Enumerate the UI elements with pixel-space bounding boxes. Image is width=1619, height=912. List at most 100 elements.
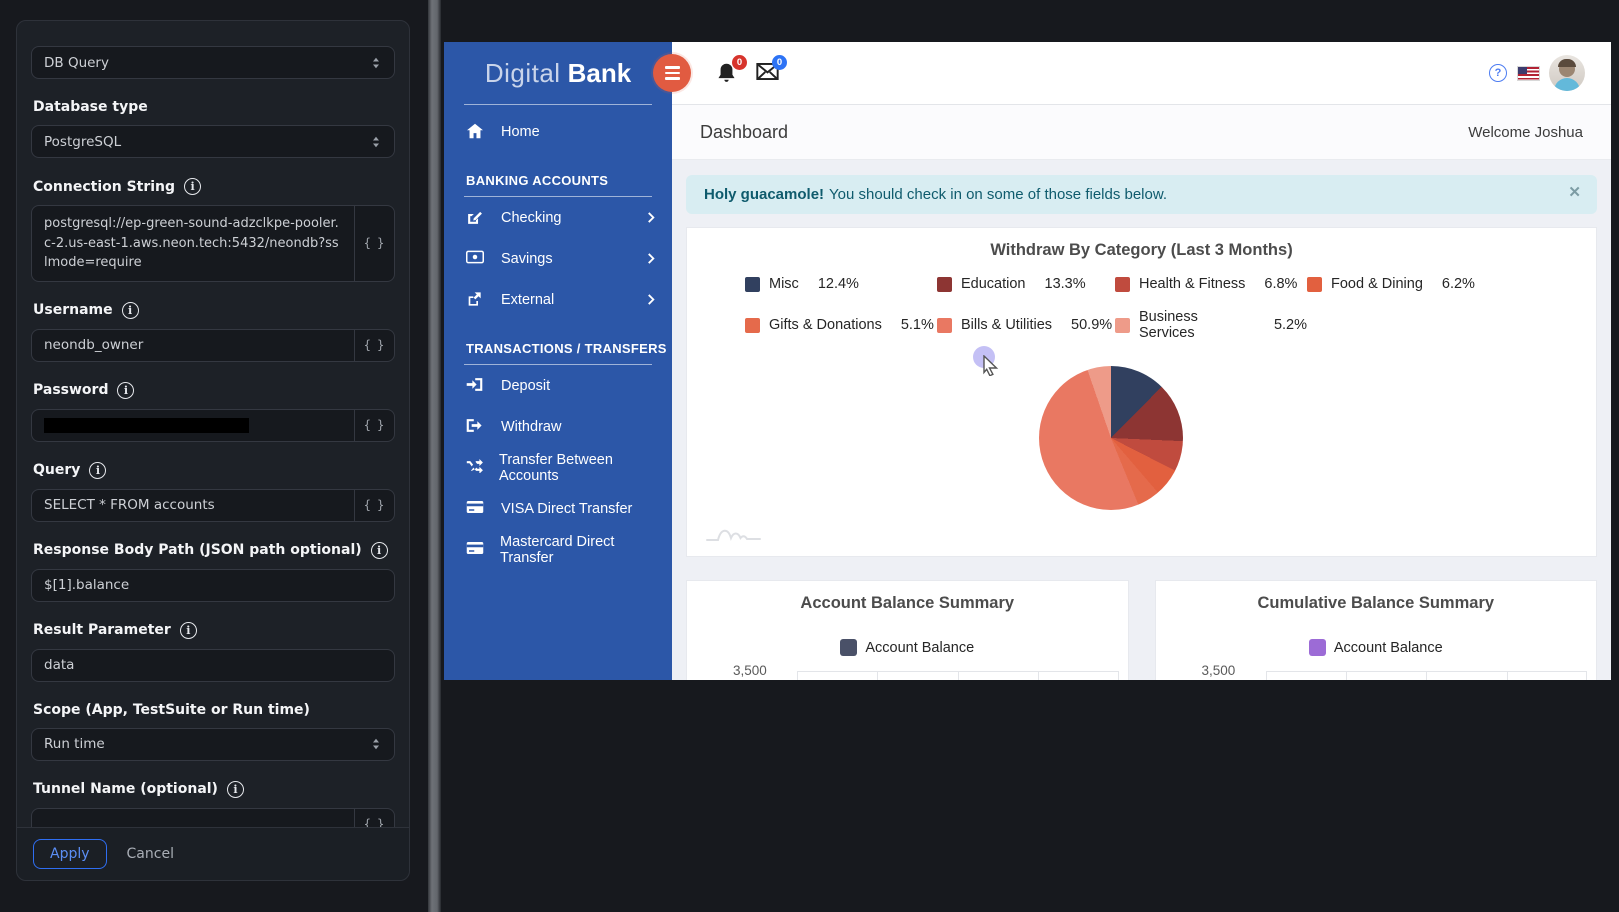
mail-badge: 0	[772, 55, 787, 70]
bell-badge: 0	[732, 55, 747, 70]
database-type-select[interactable]: PostgreSQL	[31, 125, 395, 158]
sidebar-item-transfer-between-accounts[interactable]: Transfer Between Accounts	[444, 447, 672, 488]
result-parameter-label: Result Parameter	[33, 622, 393, 639]
y-axis: 3,500	[1156, 663, 1597, 680]
info-icon[interactable]	[227, 781, 244, 798]
database-type-value: PostgreSQL	[44, 134, 121, 150]
sidebar-item-external[interactable]: External	[444, 279, 672, 320]
legend-item[interactable]: Business Services5.2%	[1115, 309, 1307, 341]
legend-percent: 5.1%	[901, 317, 934, 333]
info-icon[interactable]	[180, 622, 197, 639]
brand-light-text: Digital	[485, 58, 561, 89]
insert-variable-button[interactable]: { }	[354, 410, 394, 441]
apply-button[interactable]: Apply	[33, 839, 107, 869]
legend-item[interactable]: Misc12.4%	[745, 276, 937, 292]
sign-out-icon	[466, 418, 485, 435]
tunnel-name-input[interactable]	[32, 809, 354, 828]
info-icon[interactable]	[184, 178, 201, 195]
cancel-button[interactable]: Cancel	[127, 846, 174, 862]
insert-variable-button[interactable]: { }	[354, 490, 394, 521]
bank-topbar: 0 0 ?	[672, 42, 1611, 105]
credit-card-icon	[466, 500, 485, 517]
page-header: Dashboard Welcome Joshua	[672, 105, 1611, 160]
messages-mail-button[interactable]: 0	[756, 62, 778, 84]
pie-chart[interactable]	[1039, 366, 1183, 510]
click-halo	[973, 346, 995, 368]
cumulative-balance-summary-card: Cumulative Balance Summary Account Balan…	[1155, 580, 1598, 680]
insert-variable-button[interactable]: { }	[354, 330, 394, 361]
info-icon[interactable]	[122, 302, 139, 319]
legend-label: Bills & Utilities	[961, 317, 1052, 333]
legend-item[interactable]: Bills & Utilities50.9%	[937, 309, 1115, 341]
sidebar-item-label: Transfer Between Accounts	[499, 452, 656, 484]
chart-legend[interactable]: Account Balance	[687, 639, 1128, 656]
legend-swatch	[1307, 277, 1322, 292]
info-icon[interactable]	[371, 542, 388, 559]
insert-variable-button[interactable]: { }	[354, 809, 394, 828]
legend-swatch	[840, 639, 857, 656]
dashboard-content: Holy guacamole! You should check in on s…	[672, 160, 1611, 680]
pie-legend: Misc12.4%Education13.3%Health & Fitness6…	[745, 276, 1566, 341]
query-label: Query	[33, 462, 393, 479]
info-icon[interactable]	[117, 382, 134, 399]
legend-percent: 6.2%	[1442, 276, 1475, 292]
help-icon[interactable]: ?	[1489, 64, 1507, 82]
legend-percent: 5.2%	[1274, 317, 1307, 333]
password-group: { }	[31, 409, 395, 442]
screenshot-root: DB Query Database type PostgreSQL Connec…	[0, 0, 1619, 912]
scope-select[interactable]: Run time	[31, 728, 395, 761]
connection-string-label-text: Connection String	[33, 179, 175, 195]
chevron-updown-icon	[370, 135, 382, 149]
legend-item[interactable]: Gifts & Donations 5.1%	[745, 309, 937, 341]
legend-item[interactable]: Food & Dining6.2%	[1307, 276, 1566, 292]
username-input[interactable]: neondb_owner	[32, 330, 354, 361]
response-body-path-input[interactable]: $[1].balance	[32, 570, 394, 601]
info-icon[interactable]	[89, 462, 106, 479]
result-parameter-group: data	[31, 649, 395, 682]
sidebar-item-visa-direct-transfer[interactable]: VISA Direct Transfer	[444, 488, 672, 529]
sidebar-item-withdraw[interactable]: Withdraw	[444, 406, 672, 447]
insert-variable-button[interactable]: { }	[354, 206, 394, 281]
digital-bank-window: Digital Bank Home BANKING ACCOUNTS Check…	[444, 42, 1611, 680]
bank-sidebar: Digital Bank Home BANKING ACCOUNTS Check…	[444, 42, 672, 680]
connection-string-input[interactable]: postgresql://ep-green-sound-adzclkpe-poo…	[32, 206, 354, 281]
pane-divider-scrollbar[interactable]	[428, 0, 441, 912]
result-parameter-input[interactable]: data	[32, 650, 394, 681]
sidebar-item-mastercard-direct-transfer[interactable]: Mastercard Direct Transfer	[444, 529, 672, 570]
sidebar-item-label: Deposit	[501, 378, 550, 394]
chevron-updown-icon	[370, 56, 382, 70]
sidebar-section-banking-accounts: BANKING ACCOUNTS	[444, 173, 672, 196]
username-label-text: Username	[33, 302, 113, 318]
notifications-bell-button[interactable]: 0	[716, 62, 738, 84]
legend-item[interactable]: Health & Fitness6.8%	[1115, 276, 1307, 292]
password-input[interactable]	[32, 410, 354, 441]
gridline	[1266, 671, 1588, 680]
legend-swatch	[745, 318, 760, 333]
sidebar-toggle-button[interactable]	[653, 54, 691, 92]
sidebar-item-home[interactable]: Home	[444, 111, 672, 152]
database-type-label-text: Database type	[33, 99, 148, 115]
action-type-value: DB Query	[44, 55, 109, 71]
sidebar-item-checking[interactable]: Checking	[444, 197, 672, 238]
legend-percent: 6.8%	[1264, 276, 1297, 292]
sidebar-item-label: VISA Direct Transfer	[501, 501, 632, 517]
username-group: neondb_owner { }	[31, 329, 395, 362]
legend-label: Gifts & Donations	[769, 317, 882, 333]
legend-item[interactable]: Education13.3%	[937, 276, 1115, 292]
user-avatar[interactable]	[1549, 55, 1585, 91]
sidebar-item-deposit[interactable]: Deposit	[444, 365, 672, 406]
action-type-select[interactable]: DB Query	[31, 46, 395, 79]
chart-legend[interactable]: Account Balance	[1156, 639, 1597, 656]
chart-title: Cumulative Balance Summary	[1156, 581, 1597, 613]
credit-card-icon	[466, 541, 484, 558]
chart-title: Withdraw By Category (Last 3 Months)	[687, 228, 1596, 260]
close-icon[interactable]: ✕	[1568, 183, 1581, 201]
home-icon	[466, 123, 485, 140]
language-flag-icon[interactable]	[1518, 67, 1539, 80]
query-input[interactable]: SELECT * FROM accounts	[32, 490, 354, 521]
sidebar-item-savings[interactable]: Savings	[444, 238, 672, 279]
bank-logo[interactable]: Digital Bank	[444, 42, 672, 104]
legend-swatch	[937, 318, 952, 333]
scope-label-text: Scope (App, TestSuite or Run time)	[33, 702, 310, 718]
hamburger-icon	[665, 66, 680, 68]
